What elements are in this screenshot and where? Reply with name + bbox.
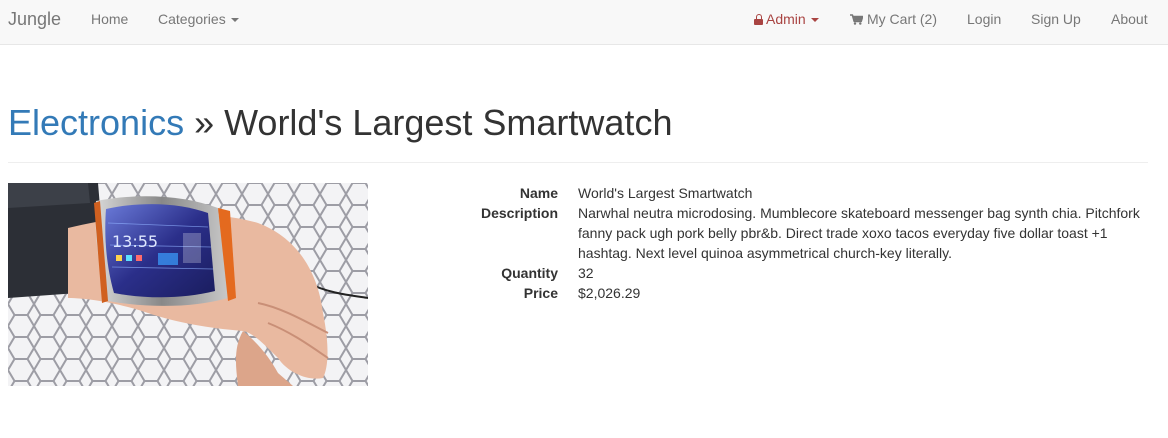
- quantity-label: Quantity: [501, 265, 558, 281]
- shopping-cart-icon: [850, 14, 863, 25]
- category-breadcrumb-link[interactable]: Electronics: [8, 102, 184, 143]
- name-label: Name: [519, 185, 558, 201]
- heading-divider: [8, 162, 1148, 163]
- caret-down-icon: [230, 18, 239, 23]
- nav-cart-label: My Cart (2): [867, 11, 937, 27]
- nav-admin-dropdown[interactable]: Admin: [754, 0, 819, 38]
- product-title: World's Largest Smartwatch: [224, 102, 673, 143]
- nav-categories-dropdown[interactable]: Categories: [158, 0, 239, 38]
- nav-about-link[interactable]: About: [1111, 0, 1148, 38]
- product-image: 13:55: [8, 183, 368, 386]
- nav-admin-label: Admin: [766, 11, 806, 27]
- description-value: Narwhal neutra microdosing. Mumblecore s…: [578, 205, 1140, 261]
- quantity-value: 32: [578, 265, 594, 281]
- brand-link[interactable]: Jungle: [8, 0, 61, 38]
- navbar: Jungle Home Categories Admin My Cart (2)…: [0, 0, 1168, 45]
- breadcrumb-separator: »: [184, 102, 225, 143]
- nav-login-link[interactable]: Login: [967, 0, 1001, 38]
- description-label: Description: [480, 205, 558, 221]
- svg-text:13:55: 13:55: [112, 232, 158, 251]
- nav-signup-link[interactable]: Sign Up: [1031, 0, 1081, 38]
- nav-categories-label: Categories: [158, 11, 226, 27]
- nav-cart-link[interactable]: My Cart (2): [850, 0, 937, 38]
- name-value: World's Largest Smartwatch: [578, 185, 753, 201]
- nav-home-link[interactable]: Home: [91, 0, 128, 38]
- price-value: $2,026.29: [578, 285, 641, 301]
- lock-icon: [754, 14, 763, 25]
- page-title: Electronics » World's Largest Smartwatch: [8, 100, 672, 146]
- caret-down-icon: [810, 18, 819, 23]
- price-label: Price: [523, 285, 558, 301]
